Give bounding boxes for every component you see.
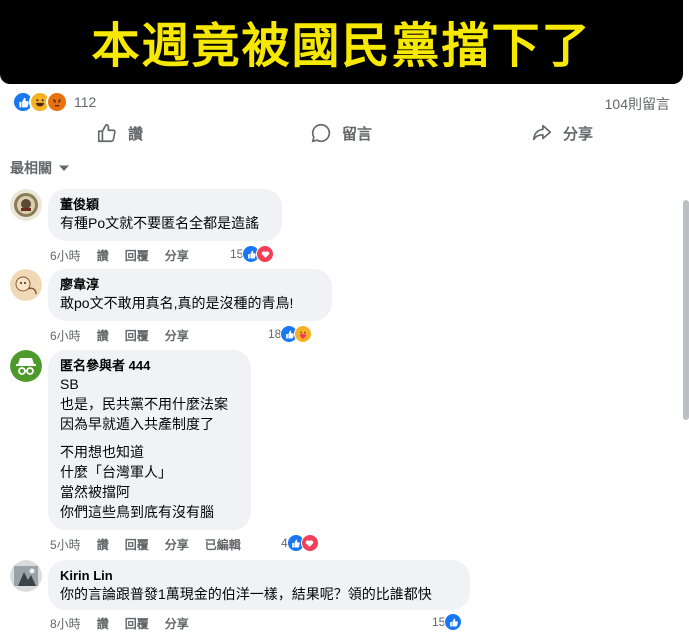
comment-text-paragraph-2: 不用想也知道 什麼「台灣軍人」 當然被擋阿 你們這些鳥到底有沒有腦 bbox=[60, 444, 214, 520]
love-reaction-icon bbox=[256, 245, 275, 263]
caret-down-icon bbox=[59, 165, 69, 171]
comment-meta: 8小時 讚 回覆 分享 bbox=[50, 615, 205, 632]
comment-reply-button[interactable]: 回覆 bbox=[125, 327, 149, 344]
thumbs-up-icon bbox=[97, 123, 116, 143]
reaction-count: 112 bbox=[74, 94, 97, 110]
comment-bubble: Kirin Lin 你的言論跟普發1萬現金的伯洋一樣，結果呢？領的比誰都快 bbox=[48, 560, 470, 610]
comment-meta: 6小時 讚 回覆 分享 bbox=[50, 247, 205, 264]
care-reaction-icon bbox=[294, 325, 313, 343]
comment-text: 敢po文不敢用真名,真的是沒種的青鳥! bbox=[60, 295, 294, 311]
scrollbar-thumb[interactable] bbox=[683, 200, 689, 420]
comment-reactions[interactable]: 4 bbox=[281, 534, 319, 552]
like-reaction-icon bbox=[444, 613, 463, 631]
angry-reaction-icon bbox=[46, 91, 68, 113]
comment-bubble-icon bbox=[311, 123, 331, 143]
comment-reply-button[interactable]: 回覆 bbox=[125, 615, 149, 632]
comment-reactions[interactable]: 18 bbox=[268, 325, 313, 343]
comment-author[interactable]: Kirin Lin bbox=[60, 568, 458, 584]
comment-text: 你的言論跟普發1萬現金的伯洋一樣，結果呢？領的比誰都快 bbox=[60, 586, 432, 602]
comment-reactions[interactable]: 15 bbox=[432, 613, 463, 631]
comment-author[interactable]: 匿名參與者 444 bbox=[60, 358, 239, 374]
comment-bubble: 廖韋淳 敢po文不敢用真名,真的是沒種的青鳥! bbox=[48, 269, 332, 321]
comment-time[interactable]: 6小時 bbox=[50, 247, 81, 264]
reactions-summary[interactable]: 112 bbox=[12, 91, 97, 113]
comment-reaction-count: 15 bbox=[230, 247, 244, 261]
comment-reactions[interactable]: 15 bbox=[230, 245, 275, 263]
comment-reaction-count: 18 bbox=[268, 327, 282, 341]
comment-author[interactable]: 董俊穎 bbox=[60, 197, 270, 213]
comment-like-button[interactable]: 讚 bbox=[97, 247, 109, 264]
comment-sort-dropdown[interactable]: 最相關 bbox=[10, 158, 70, 178]
comment-button[interactable]: 留言 bbox=[310, 118, 372, 148]
share-label: 分享 bbox=[563, 125, 594, 143]
comment-like-button[interactable]: 讚 bbox=[97, 327, 109, 344]
comment-author[interactable]: 廖韋淳 bbox=[60, 277, 320, 293]
comment-share-button[interactable]: 分享 bbox=[165, 536, 189, 553]
like-button[interactable]: 讚 bbox=[96, 118, 143, 148]
comment-time[interactable]: 8小時 bbox=[50, 615, 81, 632]
like-label: 讚 bbox=[128, 125, 144, 143]
avatar[interactable] bbox=[10, 350, 42, 382]
sort-label: 最相關 bbox=[10, 160, 52, 176]
comment-text: 有種Po文就不要匿名全都是造謠 bbox=[60, 215, 260, 231]
love-reaction-icon bbox=[300, 534, 319, 552]
comment-meta: 6小時 讚 回覆 分享 bbox=[50, 327, 205, 344]
avatar[interactable] bbox=[10, 560, 42, 592]
post-action-bar: 讚 留言 分享 bbox=[0, 118, 683, 148]
comment-share-button[interactable]: 分享 bbox=[165, 247, 189, 264]
comment-count-link[interactable]: 104則留言 bbox=[605, 94, 670, 114]
post-image-banner[interactable]: 本週竟被國民黨擋下了 bbox=[0, 0, 683, 84]
comment-share-button[interactable]: 分享 bbox=[165, 615, 189, 632]
comment-time[interactable]: 5小時 bbox=[50, 536, 81, 553]
comment-like-button[interactable]: 讚 bbox=[97, 536, 109, 553]
comment-share-button[interactable]: 分享 bbox=[165, 327, 189, 344]
comment-edited-label[interactable]: 已編輯 bbox=[205, 536, 241, 553]
comment-reply-button[interactable]: 回覆 bbox=[125, 536, 149, 553]
share-arrow-icon bbox=[532, 124, 552, 141]
share-button[interactable]: 分享 bbox=[531, 118, 593, 148]
comment-text: SB 也是，民共黨不用什麼法案 因為早就遁入共產制度了 bbox=[60, 376, 228, 432]
comment-label: 留言 bbox=[342, 125, 373, 143]
comment-bubble: 匿名參與者 444 SB 也是，民共黨不用什麼法案 因為早就遁入共產制度了 不用… bbox=[48, 350, 251, 530]
comment-like-button[interactable]: 讚 bbox=[97, 615, 109, 632]
comment-reaction-count: 15 bbox=[432, 615, 446, 629]
comment-reply-button[interactable]: 回覆 bbox=[125, 247, 149, 264]
comment-time[interactable]: 6小時 bbox=[50, 327, 81, 344]
banner-headline: 本週竟被國民黨擋下了 bbox=[91, 18, 592, 74]
avatar[interactable] bbox=[10, 269, 42, 301]
avatar[interactable] bbox=[10, 189, 42, 221]
comment-bubble: 董俊穎 有種Po文就不要匿名全都是造謠 bbox=[48, 189, 282, 241]
comment-meta: 5小時 讚 回覆 分享 已編輯 bbox=[50, 536, 257, 553]
